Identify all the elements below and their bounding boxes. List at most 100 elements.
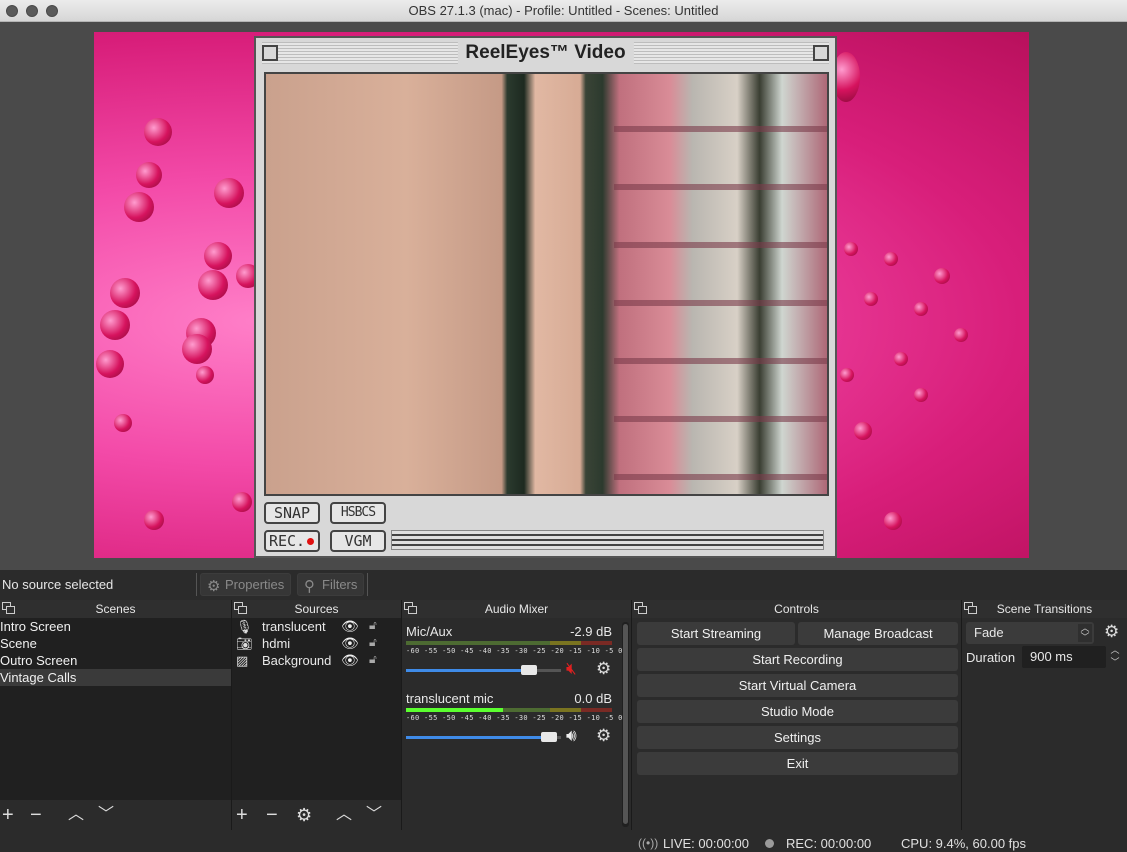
toolbar-divider [196, 573, 197, 596]
sources-toolbar: + − ⚙ ︿ ﹀ [232, 800, 401, 830]
undock-icon[interactable] [234, 602, 247, 614]
lock-icon[interactable]: 🔓︎ [369, 652, 377, 667]
muted-speaker-icon[interactable]: 🔇︎ [566, 659, 577, 679]
minimize-window-button[interactable] [26, 5, 38, 17]
live-broadcast-icon: ((•)) [638, 836, 659, 850]
volume-slider[interactable] [406, 732, 561, 742]
remove-source-button[interactable]: − [266, 803, 278, 827]
snap-button: SNAP [264, 502, 320, 524]
lock-icon[interactable]: 🔓︎ [369, 618, 377, 633]
source-item-hdmi[interactable]: 📷︎ hdmi 👁︎ 🔓︎ [232, 635, 402, 652]
reeleyes-titlebar: ReelEyes™ Video [262, 42, 829, 64]
scenes-list[interactable]: Intro Screen Scene Outro Screen Vintage … [0, 618, 231, 800]
undock-icon[interactable] [964, 602, 977, 614]
undock-icon[interactable] [404, 602, 417, 614]
camera-icon: 📷︎ [236, 636, 253, 651]
duration-label: Duration [966, 650, 1016, 665]
source-properties-gear-icon[interactable]: ⚙ [296, 803, 312, 827]
filter-icon: ⚲ [304, 578, 315, 595]
start-streaming-button[interactable]: Start Streaming [637, 622, 795, 645]
hsbcs-button: HSBCS [330, 502, 386, 524]
scenes-toolbar: + − ︿ ﹀ [0, 800, 231, 830]
gear-icon[interactable]: ⚙ [596, 659, 611, 679]
meter-scale: -60 -55 -50 -45 -40 -35 -30 -25 -20 -15 … [406, 647, 623, 655]
settings-button[interactable]: Settings [637, 726, 958, 749]
start-virtual-camera-button[interactable]: Start Virtual Camera [637, 674, 958, 697]
speaker-icon[interactable]: 🔊︎ [566, 726, 577, 746]
reeleyes-video-window[interactable]: ReelEyes™ Video SNAP HSBCS REC. VGM [254, 36, 837, 558]
move-scene-down-button[interactable]: ﹀ [98, 803, 114, 827]
start-recording-button[interactable]: Start Recording [637, 648, 958, 671]
reeleyes-close-box [262, 45, 278, 61]
close-window-button[interactable] [6, 5, 18, 17]
chevron-updown-icon: ︿ ﹀ [1078, 624, 1092, 642]
mixer-scrollbar[interactable] [622, 622, 629, 827]
undock-icon[interactable] [2, 602, 15, 614]
rec-button: REC. [264, 530, 320, 552]
visibility-eye-icon[interactable]: 👁︎ [341, 652, 359, 669]
reeleyes-title: ReelEyes™ Video [457, 42, 634, 64]
source-item-background[interactable]: ▨ Background 👁︎ 🔓︎ [232, 652, 402, 669]
zoom-window-button[interactable] [46, 5, 58, 17]
audio-mixer-dock-title: Audio Mixer [402, 600, 631, 618]
source-toolbar: No source selected ⚙ Properties ⚲ Filter… [0, 570, 1127, 600]
move-scene-up-button[interactable]: ︿ [68, 803, 84, 827]
filters-button[interactable]: ⚲ Filters [297, 573, 365, 596]
channel-volume-db: -2.9 dB [570, 624, 612, 639]
controls-dock-title: Controls [632, 600, 961, 618]
record-dot-icon [765, 839, 774, 848]
duration-input[interactable]: 900 ms [1022, 646, 1106, 668]
cpu-fps-readout: CPU: 9.4%, 60.00 fps [901, 836, 1027, 851]
scene-item-intro-screen[interactable]: Intro Screen [0, 618, 231, 635]
vgm-button: VGM [330, 530, 386, 552]
properties-button[interactable]: ⚙ Properties [200, 573, 292, 596]
volume-slider[interactable] [406, 665, 561, 675]
channel-name: translucent mic [406, 691, 494, 706]
scenes-dock-title: Scenes [0, 600, 231, 618]
scene-item-outro-screen[interactable]: Outro Screen [0, 652, 231, 669]
move-source-up-button[interactable]: ︿ [336, 803, 352, 827]
add-source-button[interactable]: + [236, 803, 248, 827]
lock-icon[interactable]: 🔓︎ [369, 635, 377, 650]
window-titlebar: OBS 27.1.3 (mac) - Profile: Untitled - S… [0, 0, 1127, 22]
channel-volume-db: 0.0 dB [574, 691, 612, 706]
toolbar-divider [367, 573, 368, 596]
volume-meter [406, 708, 612, 712]
live-timer: LIVE: 00:00:00 [663, 836, 750, 851]
scenes-dock: Scenes Intro Screen Scene Outro Screen V… [0, 600, 232, 830]
meter-scale: -60 -55 -50 -45 -40 -35 -30 -25 -20 -15 … [406, 714, 623, 722]
visibility-eye-icon[interactable]: 👁︎ [341, 618, 359, 635]
preview-canvas[interactable]: ReelEyes™ Video SNAP HSBCS REC. VGM [94, 32, 1029, 558]
gear-icon: ⚙ [207, 578, 221, 595]
transition-gear-icon[interactable]: ⚙ [1104, 622, 1119, 642]
scene-item-vintage-calls[interactable]: Vintage Calls [0, 669, 231, 686]
visibility-eye-icon[interactable]: 👁︎ [341, 635, 359, 652]
gear-icon[interactable]: ⚙ [596, 726, 611, 746]
audio-mixer-dock: Audio Mixer Mic/Aux -2.9 dB -60 -55 -50 … [402, 600, 632, 830]
exit-button[interactable]: Exit [637, 752, 958, 775]
add-scene-button[interactable]: + [2, 803, 14, 827]
studio-mode-button[interactable]: Studio Mode [637, 700, 958, 723]
window-title: OBS 27.1.3 (mac) - Profile: Untitled - S… [408, 3, 719, 18]
rec-timer: REC: 00:00:00 [786, 836, 872, 851]
source-item-translucent[interactable]: 🎙︎ translucent 👁︎ 🔓︎ [232, 618, 402, 635]
scene-transitions-dock-title: Scene Transitions [962, 600, 1127, 618]
preview-area[interactable]: ReelEyes™ Video SNAP HSBCS REC. VGM [0, 22, 1127, 570]
duration-stepper[interactable]: ︿ ﹀ [1109, 644, 1121, 670]
scene-item-scene[interactable]: Scene [0, 635, 231, 652]
channel-name: Mic/Aux [406, 624, 453, 639]
sources-dock: Sources 🎙︎ translucent 👁︎ 🔓︎ 📷︎ hdmi 👁︎ … [232, 600, 402, 830]
move-source-down-button[interactable]: ﹀ [366, 803, 382, 827]
remove-scene-button[interactable]: − [30, 803, 42, 827]
transition-select[interactable]: Fade ︿ ﹀ [966, 622, 1094, 644]
reeleyes-zoom-box [813, 45, 829, 61]
image-icon: ▨ [236, 653, 249, 668]
webcam-video-feed [264, 72, 829, 496]
reeleyes-slider [391, 530, 824, 550]
status-bar: ((•)) LIVE: 00:00:00 REC: 00:00:00 CPU: … [0, 830, 1127, 852]
sources-list[interactable]: 🎙︎ translucent 👁︎ 🔓︎ 📷︎ hdmi 👁︎ 🔓︎ ▨ Bac… [232, 618, 401, 800]
sources-dock-title: Sources [232, 600, 401, 618]
manage-broadcast-button[interactable]: Manage Broadcast [798, 622, 958, 645]
volume-meter [406, 641, 612, 645]
undock-icon[interactable] [634, 602, 647, 614]
